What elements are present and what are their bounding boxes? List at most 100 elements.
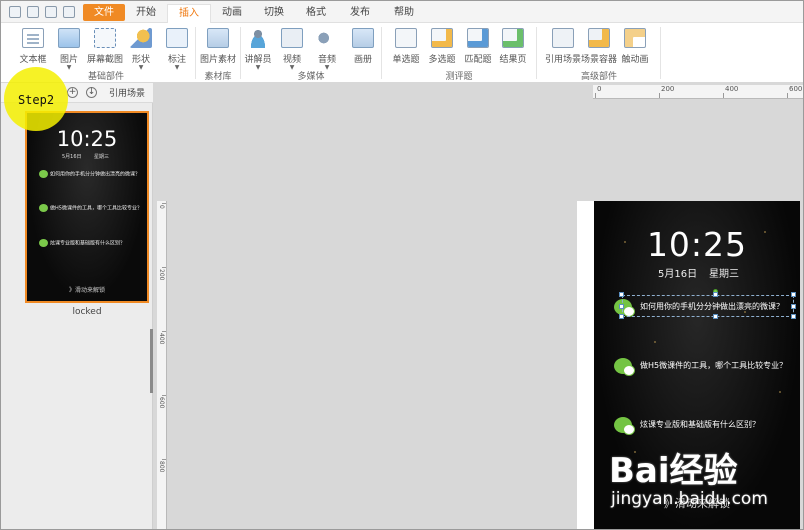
speaker-icon (316, 28, 338, 48)
ruler-tick (162, 267, 166, 268)
resize-handle[interactable] (791, 314, 796, 319)
menu-bar: 文件 开始 插入 动画 切换 格式 发布 帮助 (1, 1, 803, 23)
ruler-label: 600 (789, 85, 803, 93)
thumb-question-text: 如何用你的手机分分钟做出漂亮的微课？ (50, 171, 141, 178)
wechat-icon (39, 170, 48, 178)
ruler-tick (162, 459, 166, 460)
horizontal-ruler: 0 200 400 600 (593, 85, 803, 99)
thumb-unlock-text: 》滑动来解锁 (68, 287, 105, 294)
image-library-button[interactable]: 图片素材 (197, 28, 239, 65)
cite-scene-icon (552, 28, 574, 48)
resize-handle[interactable] (713, 314, 718, 319)
page-margin (577, 201, 595, 529)
star-dot (779, 391, 781, 393)
slide-date: 5月16日 (658, 269, 698, 280)
ruler-tick (723, 93, 724, 98)
tab-insert[interactable]: 插入 (167, 4, 211, 23)
thumb-question: 炫课专业版和基础版有什么区别？ (39, 239, 125, 247)
resize-handle[interactable] (713, 292, 718, 297)
group-label-basic: 基础部件 (87, 72, 124, 82)
download-icon[interactable]: ↓ (86, 87, 97, 98)
resize-handle[interactable] (619, 304, 624, 309)
matching-icon (467, 28, 489, 48)
screenshot-icon (94, 28, 116, 48)
result-page-icon (502, 28, 524, 48)
selection-box[interactable] (622, 295, 794, 317)
thumb-question-text: 做H5微课件的工具，哪个工具比较专业？ (50, 205, 142, 212)
resize-handle[interactable] (791, 304, 796, 309)
ruler-tick (595, 93, 596, 98)
save-icon[interactable] (9, 6, 21, 18)
step-label: Step2 (17, 93, 55, 107)
scene-container-button[interactable]: 场景容器 (579, 28, 619, 65)
screenshot-label: 屏幕截图 (86, 55, 123, 65)
thumb-question: 做H5微课件的工具，哪个工具比较专业？ (39, 204, 142, 212)
ruler-label: 800 (158, 461, 165, 473)
cite-scene-label: 引用场景 (544, 55, 581, 65)
video-button[interactable]: 视频 ▼ (272, 28, 312, 71)
resize-handle[interactable] (791, 292, 796, 297)
add-scene-icon[interactable]: + (67, 87, 78, 98)
tab-transition[interactable]: 切换 (259, 4, 289, 21)
question-text: 炫课专业版和基础版有什么区别？ (640, 420, 760, 429)
ruler-tick (787, 93, 788, 98)
tab-help[interactable]: 帮助 (389, 4, 419, 21)
app-window: 文件 开始 插入 动画 切换 格式 发布 帮助 文本框 图片 ▼ 屏幕截图 形状… (0, 0, 804, 530)
matching-label: 匹配题 (464, 55, 492, 65)
resize-handle[interactable] (619, 314, 624, 319)
cite-scene-button[interactable]: 引用场景 (543, 28, 583, 65)
album-button[interactable]: 画册 (343, 28, 383, 65)
thumb-question: 如何用你的手机分分钟做出漂亮的微课？ (39, 170, 140, 178)
ruler-label: 400 (158, 333, 165, 345)
shape-icon (130, 28, 152, 48)
preview-icon[interactable] (63, 6, 75, 18)
shape-button[interactable]: 形状 ▼ (121, 28, 161, 71)
tab-publish[interactable]: 发布 (345, 4, 375, 21)
ruler-label: 400 (725, 85, 739, 93)
multi-choice-icon (431, 28, 453, 48)
star-dot (654, 341, 656, 343)
question-item[interactable]: 炫课专业版和基础版有什么区别？ (614, 415, 760, 435)
chevron-down-icon: ▼ (174, 64, 180, 71)
scene-thumbnail[interactable]: 10:25 5月16日 星期三 如何用你的手机分分钟做出漂亮的微课？ 做H5微课… (25, 111, 149, 303)
result-page-button[interactable]: 结果页 (493, 28, 533, 65)
redo-icon[interactable] (45, 6, 57, 18)
tab-format[interactable]: 格式 (301, 4, 331, 21)
scene-container-label: 场景容器 (580, 55, 617, 65)
ruler-label: 200 (158, 269, 165, 281)
audio-button[interactable]: 音频 ▼ (307, 28, 347, 71)
ruler-tick (162, 395, 166, 396)
tab-home[interactable]: 开始 (131, 4, 161, 21)
single-choice-button[interactable]: 单选题 (386, 28, 426, 65)
textbox-label: 文本框 (19, 55, 47, 65)
question-item[interactable]: 做H5微课件的工具，哪个工具比较专业？ (614, 356, 787, 376)
tab-animation[interactable]: 动画 (217, 4, 247, 21)
multi-choice-label: 多选题 (428, 55, 456, 65)
image-library-label: 图片素材 (199, 55, 236, 65)
result-page-label: 结果页 (499, 55, 527, 65)
trigger-animation-icon (624, 28, 646, 48)
cite-scene-tab[interactable]: 引用场景 (109, 86, 145, 99)
video-icon (281, 28, 303, 48)
ruler-tick (659, 93, 660, 98)
resize-handle[interactable] (619, 292, 624, 297)
textbox-button[interactable]: 文本框 (13, 28, 53, 65)
single-choice-label: 单选题 (392, 55, 420, 65)
thumbnail-preview: 10:25 5月16日 星期三 如何用你的手机分分钟做出漂亮的微课？ 做H5微课… (27, 113, 147, 301)
thumb-time: 10:25 (56, 127, 118, 151)
tab-file[interactable]: 文件 (83, 4, 125, 21)
single-choice-icon (395, 28, 417, 48)
question-text: 做H5微课件的工具，哪个工具比较专业？ (640, 361, 788, 370)
group-label-multimedia: 多媒体 (297, 72, 325, 82)
multi-choice-button[interactable]: 多选题 (422, 28, 462, 65)
matching-button[interactable]: 匹配题 (458, 28, 498, 65)
callout-button[interactable]: 标注 ▼ (157, 28, 197, 71)
picture-button[interactable]: 图片 ▼ (49, 28, 89, 71)
screenshot-button[interactable]: 屏幕截图 (85, 28, 125, 65)
narrator-icon (247, 28, 269, 48)
album-icon (352, 28, 374, 48)
undo-icon[interactable] (27, 6, 39, 18)
ribbon-insert: 文本框 图片 ▼ 屏幕截图 形状 ▼ 标注 ▼ 基础部件 图片素材 素材库 讲解… (1, 23, 803, 83)
trigger-animation-button[interactable]: 触动画 (615, 28, 655, 65)
ruler-label: 600 (158, 397, 165, 409)
